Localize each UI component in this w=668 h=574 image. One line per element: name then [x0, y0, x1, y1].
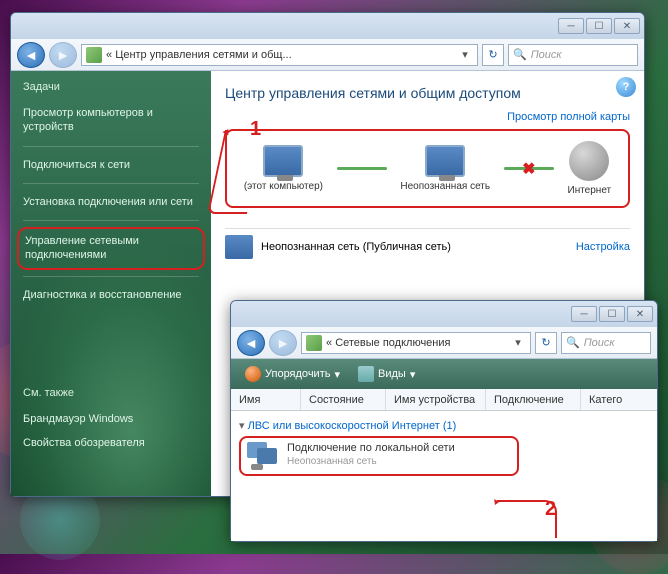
category-header[interactable]: ЛВС или высокоскоростной Интернет (1)	[239, 419, 649, 432]
col-device[interactable]: Имя устройства	[386, 389, 486, 410]
organize-icon	[245, 366, 261, 382]
column-headers: Имя Состояние Имя устройства Подключение…	[231, 389, 657, 411]
tasks-heading: Задачи	[23, 81, 199, 93]
search-icon-2: 🔍	[566, 336, 580, 349]
refresh-button[interactable]: ↻	[482, 44, 504, 66]
nav-back-button-2[interactable]: ◄	[237, 330, 265, 356]
help-icon[interactable]: ?	[616, 77, 636, 97]
col-state[interactable]: Состояние	[301, 389, 386, 410]
views-icon	[358, 366, 374, 382]
search-box-2[interactable]: 🔍 Поиск	[561, 332, 651, 354]
refresh-button-2[interactable]: ↻	[535, 332, 557, 354]
sidebar-item-connect[interactable]: Подключиться к сети	[23, 153, 199, 177]
sidebar-item-setup[interactable]: Установка подключения или сети	[23, 190, 199, 214]
node-unknown-network: Неопознанная сеть	[400, 145, 490, 192]
annotation-1: 1	[250, 118, 261, 141]
node-unknown-label: Неопознанная сеть	[400, 181, 490, 192]
address-icon-2	[306, 335, 322, 351]
connection-item[interactable]: Подключение по локальной сети Неопознанн…	[239, 436, 519, 476]
address-icon	[86, 47, 102, 63]
col-connection[interactable]: Подключение	[486, 389, 581, 410]
toolbar: Упорядочить ▾ Виды ▾	[231, 359, 657, 389]
nav-forward-button[interactable]: ►	[49, 42, 77, 68]
network-connections-window: ─ ☐ ✕ ◄ ► « Сетевые подключения ▾ ↻ 🔍 По…	[230, 300, 658, 542]
see-also-heading: См. также	[23, 387, 199, 399]
address-bar-2[interactable]: « Сетевые подключения ▾	[301, 332, 531, 354]
views-label: Виды	[378, 368, 406, 380]
network-small-icon	[225, 235, 253, 259]
list-area: ЛВС или высокоскоростной Интернет (1) По…	[231, 411, 657, 541]
col-name[interactable]: Имя	[231, 389, 301, 410]
address-dropdown[interactable]: ▾	[457, 48, 473, 61]
network-status-row: Неопознанная сеть (Публичная сеть) Настр…	[225, 228, 630, 265]
address-text: Центр управления сетями и общ...	[115, 49, 291, 61]
sidebar-item-view-computers[interactable]: Просмотр компьютеров и устройств	[23, 101, 199, 140]
close-button[interactable]: ✕	[614, 18, 640, 34]
settings-link[interactable]: Настройка	[576, 241, 630, 253]
page-title: Центр управления сетями и общим доступом	[225, 85, 630, 101]
sidebar: Задачи Просмотр компьютеров и устройств …	[11, 71, 211, 496]
network-icon	[425, 145, 465, 177]
link-broken-icon	[504, 167, 554, 170]
address-dropdown-2[interactable]: ▾	[510, 336, 526, 349]
nav-forward-button-2[interactable]: ►	[269, 330, 297, 356]
search-icon: 🔍	[513, 48, 527, 61]
address-prefix-2: «	[326, 337, 332, 349]
link-ok-icon	[337, 167, 387, 170]
navbar: ◄ ► « Центр управления сетями и общ... ▾…	[11, 39, 644, 71]
sidebar-item-firewall[interactable]: Брандмауэр Windows	[23, 407, 199, 431]
network-status-text: Неопознанная сеть (Публичная сеть)	[261, 241, 451, 253]
col-category[interactable]: Катего	[581, 389, 657, 410]
connection-status: Неопознанная сеть	[287, 456, 455, 467]
search-box[interactable]: 🔍 Поиск	[508, 44, 638, 66]
nav-back-button[interactable]: ◄	[17, 42, 45, 68]
titlebar: ─ ☐ ✕	[11, 13, 644, 39]
views-button[interactable]: Виды ▾	[352, 363, 421, 385]
organize-button[interactable]: Упорядочить ▾	[239, 363, 346, 385]
maximize-button-2[interactable]: ☐	[599, 306, 625, 322]
lan-connection-icon	[247, 442, 279, 470]
search-placeholder: Поиск	[531, 49, 562, 61]
full-map-link[interactable]: Просмотр полной карты	[225, 111, 630, 123]
maximize-button[interactable]: ☐	[586, 18, 612, 34]
node-internet-label: Интернет	[568, 185, 612, 196]
organize-label: Упорядочить	[265, 368, 330, 380]
close-button-2[interactable]: ✕	[627, 306, 653, 322]
computer-icon	[263, 145, 303, 177]
minimize-button[interactable]: ─	[558, 18, 584, 34]
node-this-label: (этот компьютер)	[244, 181, 323, 192]
connection-name: Подключение по локальной сети	[287, 442, 455, 454]
sidebar-item-manage-connections[interactable]: Управление сетевыми подключениями	[17, 227, 205, 270]
minimize-button-2[interactable]: ─	[571, 306, 597, 322]
node-internet: Интернет	[568, 141, 612, 196]
address-text-2: Сетевые подключения	[335, 337, 450, 349]
address-bar[interactable]: « Центр управления сетями и общ... ▾	[81, 44, 478, 66]
sidebar-item-internet-options[interactable]: Свойства обозревателя	[23, 431, 199, 455]
sidebar-item-diagnose[interactable]: Диагностика и восстановление	[23, 283, 199, 307]
navbar-2: ◄ ► « Сетевые подключения ▾ ↻ 🔍 Поиск	[231, 327, 657, 359]
titlebar-2: ─ ☐ ✕	[231, 301, 657, 327]
network-diagram: (этот компьютер) Неопознанная сеть Интер…	[225, 129, 630, 208]
annotation-2: 2	[545, 498, 556, 521]
search-placeholder-2: Поиск	[584, 337, 615, 349]
address-prefix: «	[106, 49, 112, 61]
globe-icon	[569, 141, 609, 181]
